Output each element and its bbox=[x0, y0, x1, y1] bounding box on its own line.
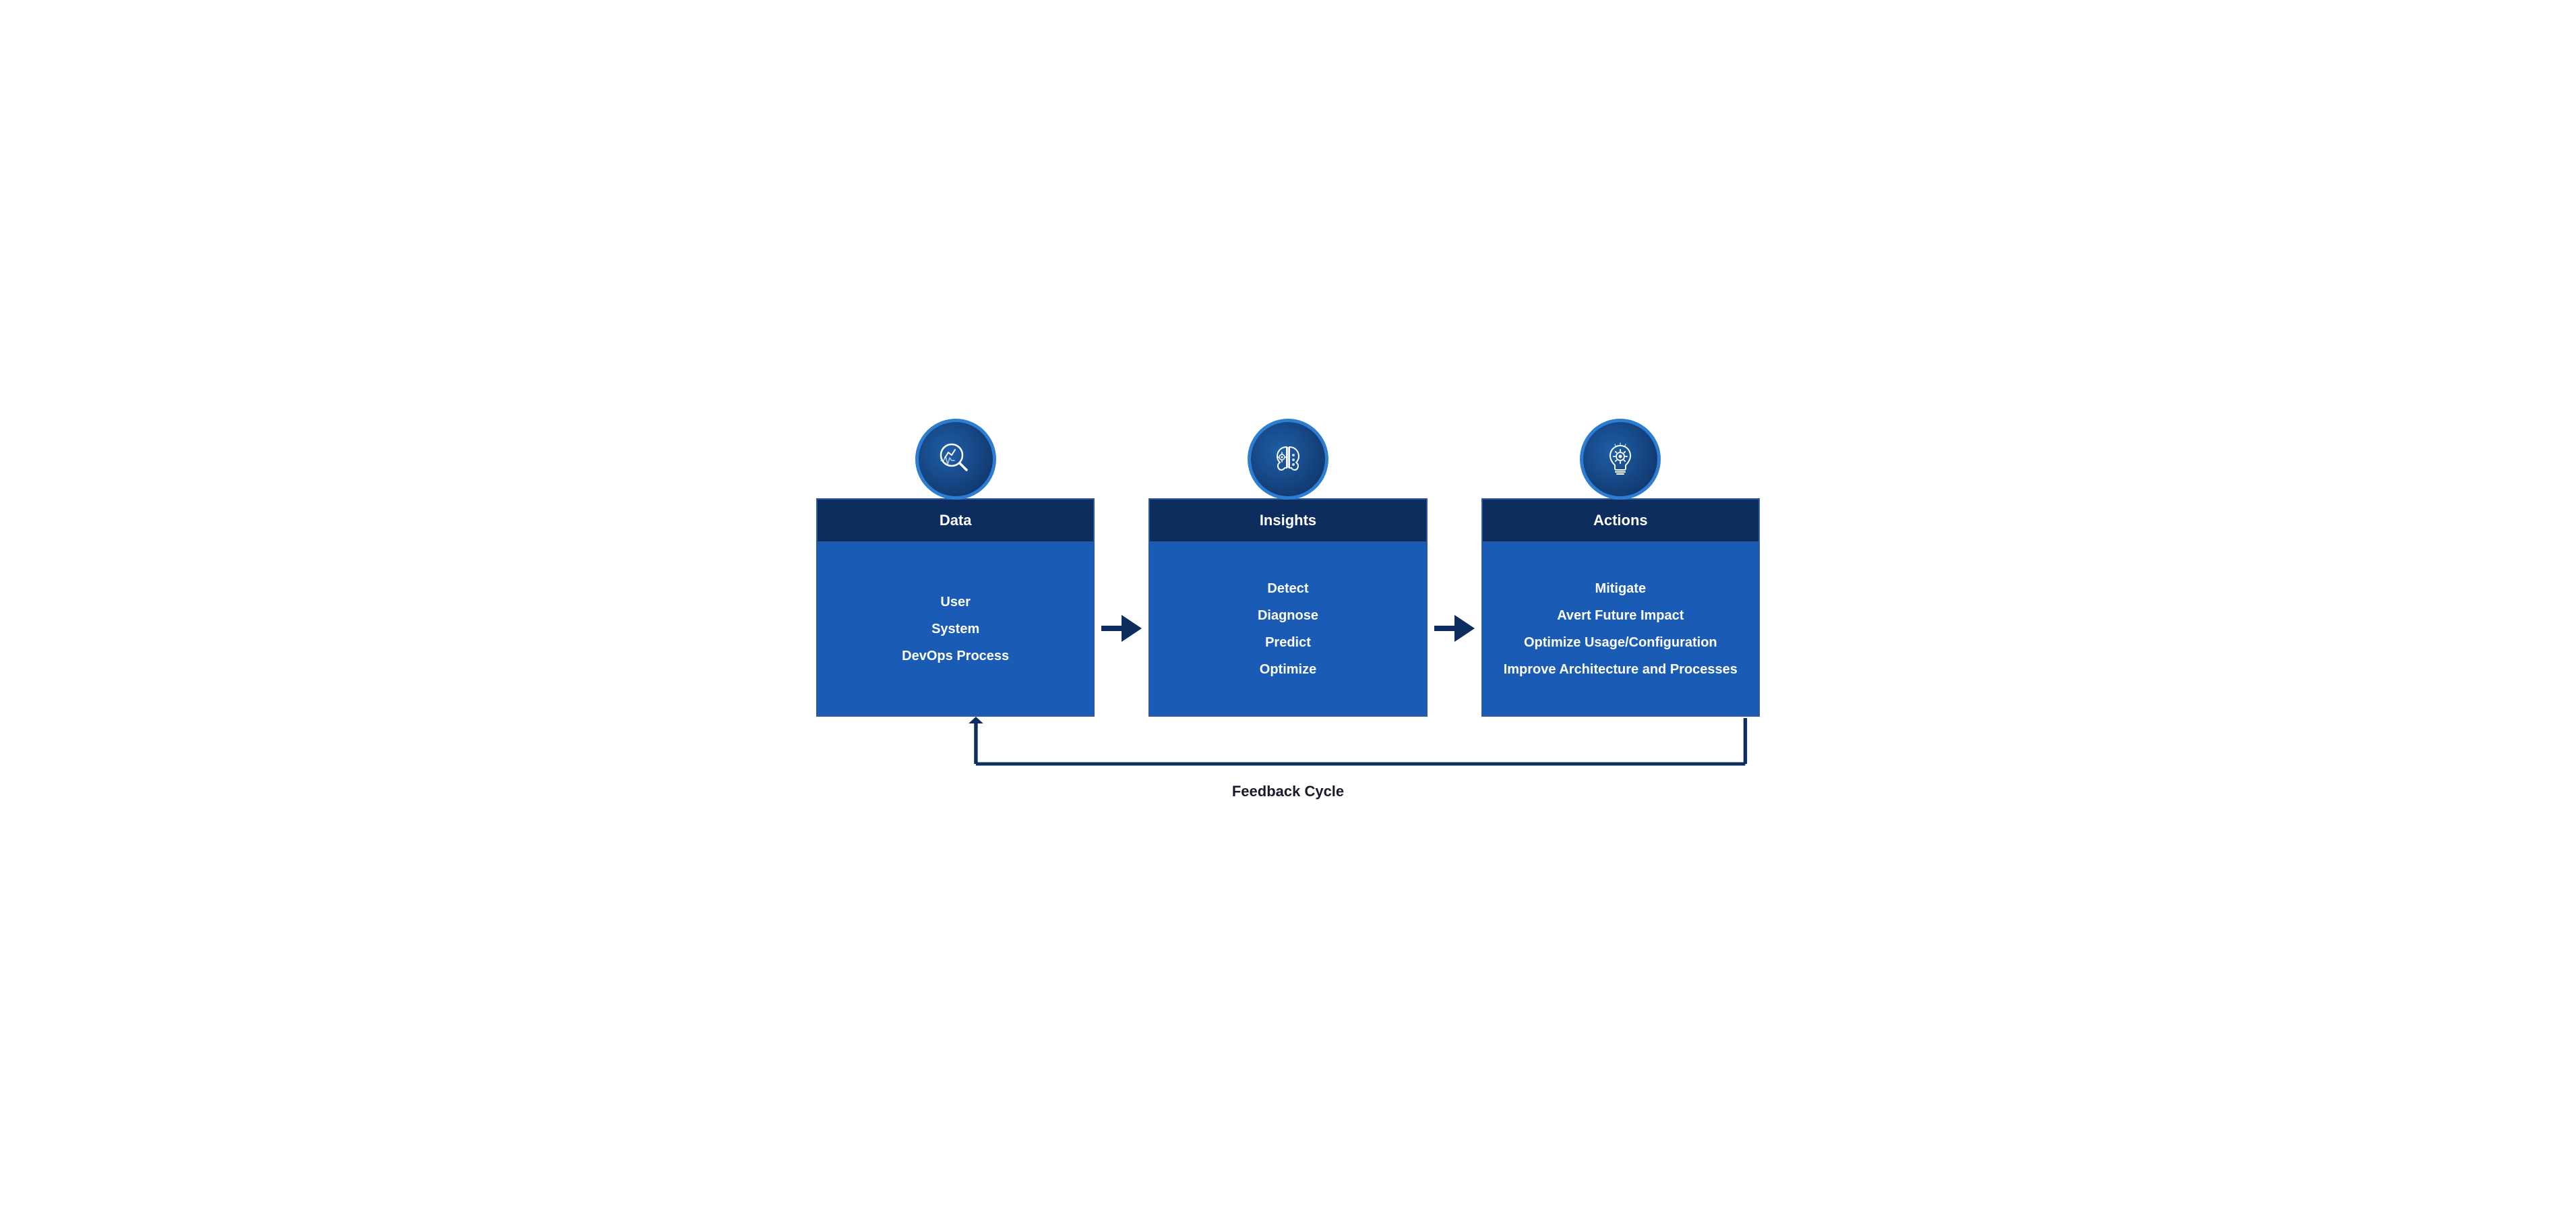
arrow-shape-2 bbox=[1434, 615, 1475, 642]
insights-column: Insights Detect Diagnose Predict Optimiz… bbox=[1148, 498, 1427, 717]
diagram-wrapper: Data User System DevOps Process Insights… bbox=[816, 419, 1760, 800]
search-analytics-icon bbox=[936, 439, 976, 479]
insights-header-text: Insights bbox=[1260, 512, 1316, 529]
feedback-section: Feedback Cycle bbox=[816, 717, 1760, 800]
insights-icon-circle bbox=[1248, 419, 1328, 500]
icons-row bbox=[816, 419, 1760, 500]
actions-item-improve: Improve Architecture and Processes bbox=[1504, 657, 1738, 682]
arrow-shaft-1 bbox=[1101, 626, 1122, 631]
arrow-data-to-insights bbox=[1095, 498, 1148, 717]
actions-item-avert: Avert Future Impact bbox=[1557, 603, 1684, 628]
actions-column: Actions Mitigate Avert Future Impact Opt… bbox=[1481, 498, 1760, 717]
arrow-insights-to-actions bbox=[1428, 498, 1481, 717]
insights-item-detect: Detect bbox=[1267, 576, 1308, 601]
arrow-head-1 bbox=[1122, 615, 1142, 642]
data-item-devops: DevOps Process bbox=[902, 644, 1009, 668]
feedback-arrow-svg bbox=[816, 717, 1760, 777]
data-icon-circle bbox=[915, 419, 996, 500]
data-column: Data User System DevOps Process bbox=[816, 498, 1095, 717]
data-item-user: User bbox=[940, 590, 970, 614]
data-item-system: System bbox=[931, 617, 979, 641]
data-header-text: Data bbox=[940, 512, 972, 529]
feedback-cycle-label: Feedback Cycle bbox=[1232, 783, 1344, 800]
brain-gear-icon bbox=[1268, 439, 1308, 479]
actions-column-header: Actions bbox=[1483, 500, 1758, 543]
actions-header-text: Actions bbox=[1593, 512, 1648, 529]
data-column-header: Data bbox=[818, 500, 1093, 543]
actions-column-body: Mitigate Avert Future Impact Optimize Us… bbox=[1483, 543, 1758, 715]
actions-item-optimize: Optimize Usage/Configuration bbox=[1524, 630, 1717, 655]
lightbulb-gear-icon bbox=[1600, 439, 1640, 479]
data-column-body: User System DevOps Process bbox=[818, 543, 1093, 715]
insights-item-optimize: Optimize bbox=[1260, 657, 1316, 682]
insights-item-predict: Predict bbox=[1265, 630, 1311, 655]
arrow-shaft-2 bbox=[1434, 626, 1454, 631]
insights-column-header: Insights bbox=[1150, 500, 1425, 543]
insights-item-diagnose: Diagnose bbox=[1258, 603, 1318, 628]
arrow-head-2 bbox=[1454, 615, 1475, 642]
arrow-shape-1 bbox=[1101, 615, 1142, 642]
actions-icon-circle bbox=[1580, 419, 1661, 500]
actions-item-mitigate: Mitigate bbox=[1595, 576, 1647, 601]
columns-and-arrows: Data User System DevOps Process Insights… bbox=[816, 498, 1760, 717]
insights-column-body: Detect Diagnose Predict Optimize bbox=[1150, 543, 1425, 715]
